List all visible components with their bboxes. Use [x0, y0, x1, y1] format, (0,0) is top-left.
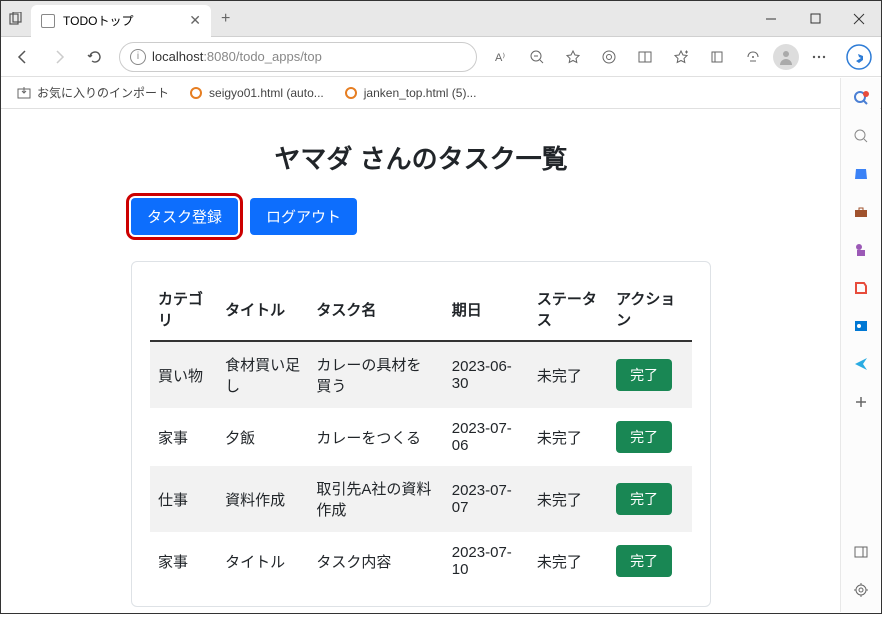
cell-action: 完了 — [608, 532, 692, 590]
col-status: ステータス — [529, 278, 608, 341]
cell-action: 完了 — [608, 408, 692, 466]
office-icon[interactable] — [849, 276, 873, 300]
add-icon[interactable] — [849, 390, 873, 414]
cell-status: 未完了 — [529, 466, 608, 532]
col-action: アクション — [608, 278, 692, 341]
table-row: 家事タイトルタスク内容2023-07-10未完了完了 — [150, 532, 692, 590]
cell-category: 家事 — [150, 532, 217, 590]
browser-titlebar: TODOトップ ✕ + — [1, 1, 881, 37]
new-tab-button[interactable]: + — [211, 10, 240, 28]
shopping-icon[interactable] — [849, 162, 873, 186]
table-row: 買い物食材買い足しカレーの具材を買う2023-06-30未完了完了 — [150, 341, 692, 408]
favorite-icon[interactable] — [557, 41, 589, 73]
more-icon[interactable] — [803, 41, 835, 73]
cell-status: 未完了 — [529, 341, 608, 408]
forward-button — [43, 41, 75, 73]
register-task-button[interactable]: タスク登録 — [131, 198, 238, 235]
zoom-icon[interactable] — [521, 41, 553, 73]
url-text: localhost:8080/todo_apps/top — [152, 49, 322, 64]
collections-icon[interactable] — [701, 41, 733, 73]
complete-button[interactable]: 完了 — [616, 359, 672, 391]
col-category: カテゴリ — [150, 278, 217, 341]
tab-actions-icon[interactable] — [1, 4, 31, 34]
cell-action: 完了 — [608, 466, 692, 532]
cell-due: 2023-07-07 — [444, 466, 529, 532]
favorites-bar-icon[interactable] — [665, 41, 697, 73]
profile-avatar[interactable] — [773, 44, 799, 70]
complete-button[interactable]: 完了 — [616, 483, 672, 515]
refresh-button[interactable] — [79, 41, 111, 73]
bookmark-import[interactable]: お気に入りのインポート — [9, 80, 177, 105]
close-window-button[interactable] — [837, 1, 881, 37]
task-table: カテゴリ タイトル タスク名 期日 ステータス アクション 買い物食材買い足しカ… — [150, 278, 692, 590]
cell-category: 家事 — [150, 408, 217, 466]
tools-icon[interactable] — [849, 200, 873, 224]
cell-title: 夕飯 — [217, 408, 308, 466]
tab-title: TODOトップ — [63, 12, 133, 29]
cell-status: 未完了 — [529, 408, 608, 466]
outlook-icon[interactable] — [849, 314, 873, 338]
site-info-icon[interactable]: i — [130, 49, 146, 65]
cell-title: タイトル — [217, 532, 308, 590]
cell-task: カレーの具材を買う — [308, 341, 443, 408]
cell-task: カレーをつくる — [308, 408, 443, 466]
address-bar[interactable]: i localhost:8080/todo_apps/top — [119, 42, 477, 72]
cell-category: 仕事 — [150, 466, 217, 532]
bookmarks-bar: お気に入りのインポート seigyo01.html (auto... janke… — [1, 77, 881, 109]
html-icon — [189, 86, 203, 100]
bing-icon[interactable] — [843, 41, 875, 73]
table-row: 家事夕飯カレーをつくる2023-07-06未完了完了 — [150, 408, 692, 466]
cell-due: 2023-06-30 — [444, 341, 529, 408]
import-icon — [17, 86, 31, 100]
browser-tab[interactable]: TODOトップ ✕ — [31, 5, 211, 37]
table-row: 仕事資料作成取引先A社の資料作成2023-07-07未完了完了 — [150, 466, 692, 532]
bookmark-item[interactable]: janken_top.html (5)... — [336, 82, 485, 104]
logout-button[interactable]: ログアウト — [250, 198, 357, 235]
task-table-card: カテゴリ タイトル タスク名 期日 ステータス アクション 買い物食材買い足しカ… — [131, 261, 711, 607]
edge-sidebar — [840, 78, 880, 612]
cell-title: 食材買い足し — [217, 341, 308, 408]
cell-title: 資料作成 — [217, 466, 308, 532]
split-screen-icon[interactable] — [629, 41, 661, 73]
cell-task: 取引先A社の資料作成 — [308, 466, 443, 532]
col-task-name: タスク名 — [308, 278, 443, 341]
complete-button[interactable]: 完了 — [616, 421, 672, 453]
col-due: 期日 — [444, 278, 529, 341]
html-icon — [344, 86, 358, 100]
col-title: タイトル — [217, 278, 308, 341]
page-content: ヤマダ さんのタスク一覧 タスク登録 ログアウト カテゴリ タイトル タスク名 … — [1, 109, 841, 637]
complete-button[interactable]: 完了 — [616, 545, 672, 577]
extensions-icon[interactable] — [593, 41, 625, 73]
tab-close-icon[interactable]: ✕ — [189, 12, 201, 29]
search2-icon[interactable] — [849, 124, 873, 148]
send-icon[interactable] — [849, 352, 873, 376]
cell-due: 2023-07-10 — [444, 532, 529, 590]
bookmark-item[interactable]: seigyo01.html (auto... — [181, 82, 332, 104]
cell-category: 買い物 — [150, 341, 217, 408]
cell-task: タスク内容 — [308, 532, 443, 590]
games-icon[interactable] — [849, 238, 873, 262]
cell-action: 完了 — [608, 341, 692, 408]
page-title: ヤマダ さんのタスク一覧 — [131, 139, 711, 176]
read-aloud-icon[interactable]: A⁾ — [485, 41, 517, 73]
sidebar-toggle-icon[interactable] — [849, 540, 873, 564]
back-button[interactable] — [7, 41, 39, 73]
favicon-icon — [41, 14, 55, 28]
browser-toolbar: i localhost:8080/todo_apps/top A⁾ — [1, 37, 881, 77]
maximize-button[interactable] — [793, 1, 837, 37]
performance-icon[interactable] — [737, 41, 769, 73]
cell-due: 2023-07-06 — [444, 408, 529, 466]
minimize-button[interactable] — [749, 1, 793, 37]
search-icon[interactable] — [849, 86, 873, 110]
svg-text:A⁾: A⁾ — [495, 52, 505, 64]
cell-status: 未完了 — [529, 532, 608, 590]
settings-icon[interactable] — [849, 578, 873, 602]
